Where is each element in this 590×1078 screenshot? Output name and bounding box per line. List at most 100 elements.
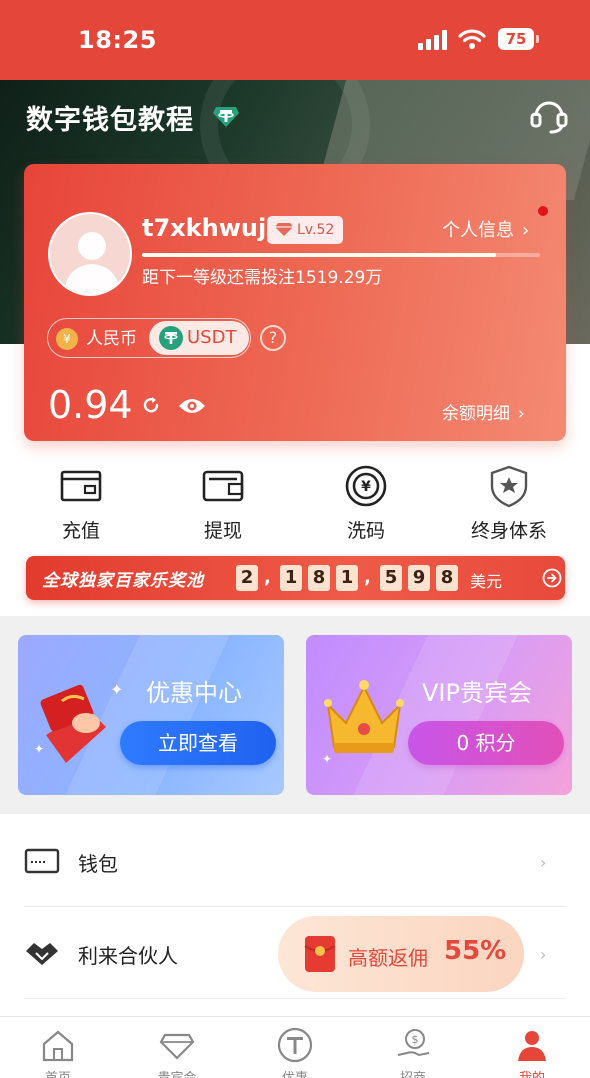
jackpot-digit: 8 (308, 565, 330, 591)
svg-text:¥: ¥ (361, 479, 371, 495)
action-withdraw[interactable]: 提现 (158, 464, 288, 544)
notification-dot (538, 206, 548, 216)
tab-mine[interactable]: 我的 (487, 1027, 577, 1078)
view-offers-button[interactable]: 立即查看 (120, 721, 276, 765)
battery-indicator: 75 (498, 28, 539, 50)
action-label: 终身体系 (470, 520, 547, 542)
vip-title: VIP贵宾会 (422, 679, 532, 707)
eye-icon[interactable] (178, 397, 206, 415)
currency-rmb-label: 人民币 (86, 329, 137, 349)
action-label: 充值 (61, 520, 100, 542)
refresh-icon[interactable] (142, 396, 160, 414)
chevron-right-icon: › (522, 220, 530, 241)
jackpot-digit: 8 (436, 565, 458, 591)
balance-amount: 0.94 (48, 383, 133, 427)
jackpot-digit: 9 (408, 565, 430, 591)
shield-star-icon (490, 465, 528, 508)
crown-icon: ✦ (322, 680, 404, 765)
card-icon (24, 848, 60, 874)
money-hand-icon: $ (397, 1029, 430, 1057)
tab-offers[interactable]: 优惠 (250, 1027, 340, 1078)
tab-bar: 首页 贵宾会 优惠 $ 招商 (0, 1016, 590, 1078)
tab-business[interactable]: $ 招商 (368, 1027, 458, 1078)
tab-label: 贵宾会 (132, 1067, 222, 1078)
menu-partner-label: 利来合伙人 (78, 944, 178, 968)
svg-text:✦: ✦ (34, 742, 44, 756)
tab-vip[interactable]: 贵宾会 (132, 1027, 222, 1078)
vip-card[interactable]: ✦ VIP贵宾会 0 积分 (306, 635, 572, 795)
rmb-coin-icon: ¥ (56, 328, 78, 350)
yuan-coin-icon: ¥ (345, 465, 387, 507)
level-progress-fill (142, 253, 497, 257)
status-bar: 18:25 75 (0, 0, 590, 80)
chevron-right-icon: › (540, 853, 547, 872)
vip-points-button[interactable]: 0 积分 (408, 721, 564, 765)
jackpot-digits: 2 , 1 8 1 , 5 9 8 (236, 565, 464, 591)
app-root: { "status_bar": { "time": "18:25", "batt… (0, 0, 590, 1078)
rebate-value: 55% (444, 936, 507, 966)
svg-text:✦: ✦ (110, 680, 122, 699)
currency-usdt-label: USDT (187, 327, 237, 348)
tab-label: 首页 (13, 1067, 103, 1078)
offers-card[interactable]: ✦ ✦ 优惠中心 立即查看 (18, 635, 284, 795)
home-icon (42, 1030, 74, 1062)
profile-info-label: 个人信息 (442, 220, 514, 241)
currency-switch: ¥ 人民币 USDT (47, 318, 251, 358)
profile-info-link[interactable]: 个人信息 › (442, 216, 529, 242)
balance-detail-link[interactable]: 余额明细 › (442, 399, 525, 424)
menu-partner[interactable]: 利来合伙人 高额返佣 55% › (24, 907, 566, 999)
action-deposit[interactable]: 充值 (16, 464, 146, 544)
jackpot-digit: 1 (336, 565, 358, 591)
username: t7xkhwuja (142, 214, 283, 242)
action-rebate[interactable]: ¥ 洗码 (301, 464, 431, 544)
next-level-text: 距下一等级还需投注1519.29万 (142, 268, 383, 288)
tab-label: 优惠 (250, 1067, 340, 1078)
svg-text:$: $ (412, 1033, 419, 1046)
tab-label: 招商 (368, 1067, 458, 1078)
customer-service-icon[interactable] (529, 96, 569, 134)
balance-detail-label: 余额明细 (442, 404, 510, 424)
diamond-icon (275, 223, 293, 236)
tab-label: 我的 (487, 1067, 577, 1078)
help-icon[interactable]: ? (260, 325, 286, 351)
chevron-right-icon: › (518, 404, 525, 424)
wallet-icon (202, 470, 244, 502)
page-title[interactable]: 数字钱包教程 (26, 98, 194, 137)
rebate-label: 高额返佣 (348, 946, 428, 970)
jackpot-unit: 美元 (470, 572, 503, 591)
jackpot-separator: , (364, 567, 371, 588)
level-progress-bar (142, 253, 540, 257)
menu-wallet-label: 钱包 (78, 852, 118, 876)
avatar[interactable] (48, 212, 132, 296)
tether-coin-icon (159, 326, 183, 350)
arrow-right-circle-icon (542, 568, 562, 588)
tab-home[interactable]: 首页 (13, 1027, 103, 1078)
user-avatar-icon (64, 232, 120, 294)
red-envelope-hand-icon: ✦ ✦ (34, 680, 122, 763)
currency-usdt-option[interactable]: USDT (149, 321, 249, 355)
tether-icon (213, 107, 239, 127)
status-time: 18:25 (78, 26, 157, 54)
tether-coin-icon (277, 1027, 313, 1063)
menu-wallet[interactable]: 钱包 › (24, 815, 566, 907)
wallet-card-icon (60, 470, 102, 502)
action-label: 提现 (203, 520, 242, 542)
signal-icon (418, 30, 447, 50)
svg-text:✦: ✦ (322, 752, 332, 765)
jackpot-digit: 1 (280, 565, 302, 591)
jackpot-digit: 5 (380, 565, 402, 591)
action-lifetime-system[interactable]: 终身体系 (444, 464, 574, 544)
jackpot-separator: , (264, 567, 271, 588)
currency-rmb-option[interactable]: ¥ 人民币 (56, 326, 137, 352)
action-label: 洗码 (346, 520, 385, 542)
rebate-pill[interactable]: 高额返佣 55% (278, 916, 524, 992)
offers-title: 优惠中心 (146, 679, 242, 707)
user-icon (518, 1031, 546, 1061)
level-label: Lv.52 (297, 222, 335, 238)
jackpot-banner[interactable]: 全球独家百家乐奖池 2 , 1 8 1 , 5 9 8 美元 (26, 556, 565, 600)
chevron-right-icon: › (540, 945, 547, 964)
wifi-icon (458, 29, 486, 49)
jackpot-title: 全球独家百家乐奖池 (42, 571, 204, 591)
jackpot-digit: 2 (236, 565, 258, 591)
level-badge: Lv.52 (267, 216, 343, 244)
